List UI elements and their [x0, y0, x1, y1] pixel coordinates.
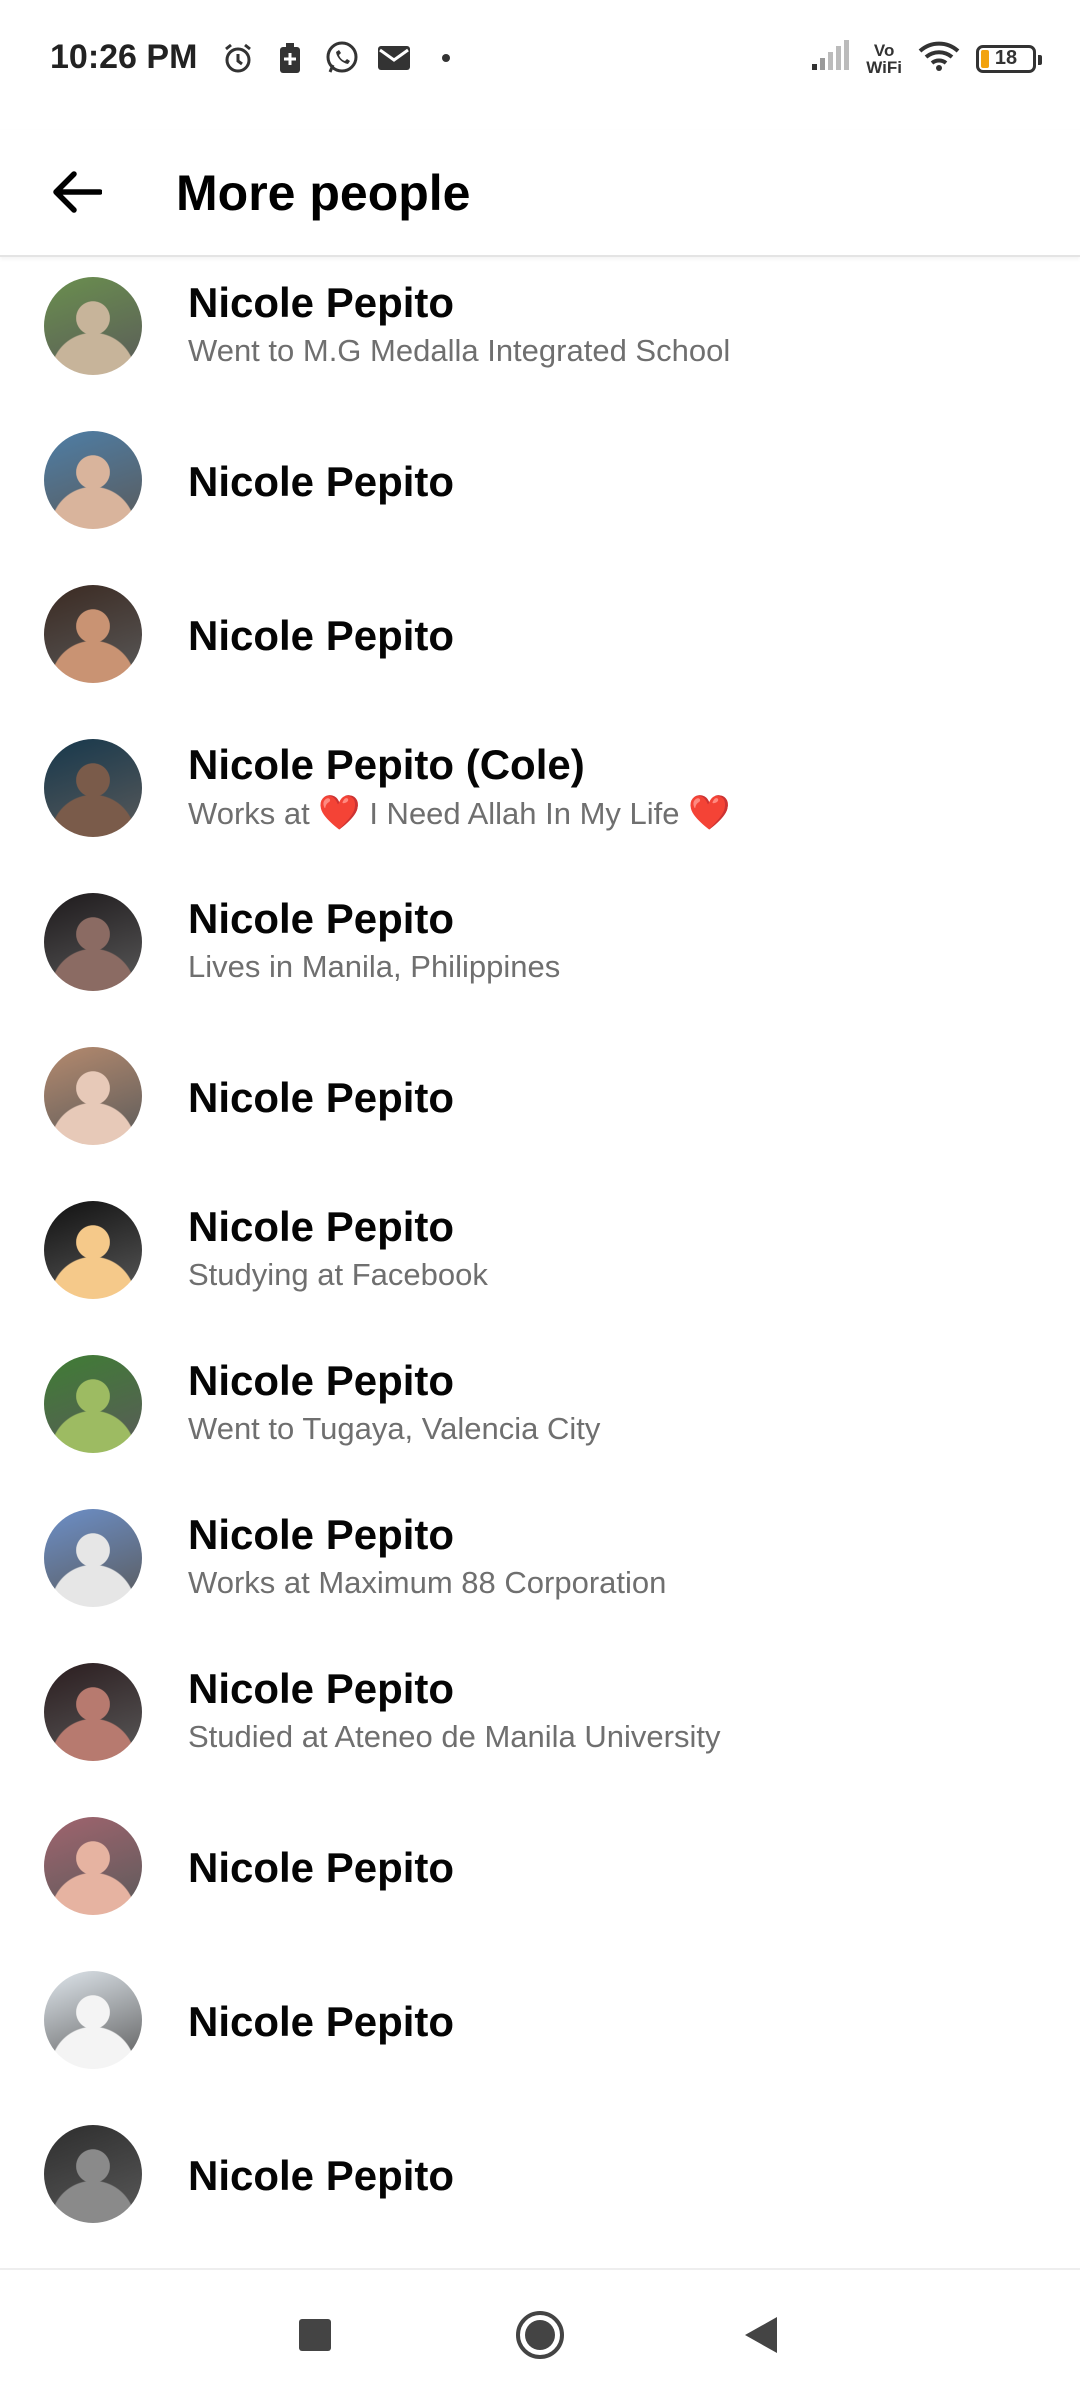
- person-name: Nicole Pepito (Cole): [188, 741, 585, 788]
- person-row[interactable]: Nicole Pepito Studied at Ateneo de Manila…: [0, 1643, 1080, 1797]
- person-text: Nicole Pepito: [188, 2150, 454, 2202]
- avatar: [44, 1201, 142, 1299]
- battery-level: 18: [994, 47, 1018, 69]
- home-button[interactable]: [510, 2305, 570, 2365]
- alarm-icon: [219, 39, 257, 77]
- status-right: Vo WiFi 18: [810, 40, 1042, 77]
- whatsapp-icon: [323, 39, 361, 77]
- avatar: [44, 1047, 142, 1145]
- person-name: Nicole Pepito: [188, 1844, 455, 1891]
- person-text: Nicole Pepito Studying at Facebook: [188, 1201, 488, 1295]
- back-button[interactable]: [44, 160, 108, 224]
- battery-indicator: 18: [976, 44, 1042, 73]
- person-name: Nicole Pepito: [188, 1998, 455, 2045]
- avatar: [44, 893, 142, 991]
- avatar: [44, 1971, 142, 2069]
- person-row[interactable]: Nicole Pepito Lives in Manila, Philippine…: [0, 873, 1080, 1027]
- person-name: Nicole Pepito: [188, 1511, 455, 1558]
- person-text: Nicole Pepito Studied at Ateneo de Manila…: [188, 1663, 720, 1757]
- battery-saver-icon: [271, 39, 309, 77]
- navigation-bar: [0, 2268, 1080, 2400]
- recents-square-icon: [299, 2319, 331, 2351]
- person-text: Nicole Pepito: [188, 1842, 454, 1894]
- person-subtitle: Lives in Manila, Philippines: [188, 949, 561, 984]
- person-name: Nicole Pepito: [188, 895, 455, 942]
- back-nav-button[interactable]: [730, 2305, 790, 2365]
- status-time: 10:26 PM: [50, 38, 198, 76]
- person-subtitle: Works at ❤️ I Need Allah In My Life ❤️: [188, 793, 730, 834]
- person-text: Nicole Pepito: [188, 456, 454, 508]
- dot-icon: [427, 39, 465, 77]
- person-name: Nicole Pepito: [188, 1074, 455, 1121]
- person-row[interactable]: Nicole Pepito: [0, 565, 1080, 719]
- person-row[interactable]: Nicole Pepito: [0, 411, 1080, 565]
- recents-button[interactable]: [285, 2305, 345, 2365]
- avatar: [44, 277, 142, 375]
- vowifi-label: Vo WiFi: [866, 40, 902, 77]
- person-row[interactable]: Nicole Pepito Went to Tugaya, Valencia Ci…: [0, 1335, 1080, 1489]
- signal-icon: [810, 40, 850, 77]
- person-subtitle: Works at Maximum 88 Corporation: [188, 1565, 667, 1600]
- people-list: Nicole Pepito Went to M.G Medalla Integra…: [0, 257, 1080, 2259]
- person-subtitle: Studied at Ateneo de Manila University: [188, 1719, 721, 1754]
- app-header: More people: [0, 130, 1080, 257]
- wifi-icon: [918, 40, 960, 77]
- person-row[interactable]: Nicole Pepito Went to M.G Medalla Integra…: [0, 257, 1080, 411]
- mail-icon: [375, 39, 413, 77]
- person-name: Nicole Pepito: [188, 612, 455, 659]
- status-left: 10:26 PM: [50, 38, 465, 77]
- subtitle-mid: I Need Allah In My Life: [369, 796, 680, 831]
- avatar: [44, 431, 142, 529]
- arrow-left-icon: [53, 171, 102, 213]
- person-row[interactable]: Nicole Pepito: [0, 1027, 1080, 1181]
- person-text: Nicole Pepito Went to M.G Medalla Integra…: [188, 277, 730, 371]
- back-triangle-icon: [745, 2317, 777, 2353]
- person-name: Nicole Pepito: [188, 279, 455, 326]
- person-row[interactable]: Nicole Pepito (Cole) Works at ❤️ I Need A…: [0, 719, 1080, 873]
- person-row[interactable]: Nicole Pepito Studying at Facebook: [0, 1181, 1080, 1335]
- person-subtitle: Studying at Facebook: [188, 1257, 488, 1292]
- person-text: Nicole Pepito Went to Tugaya, Valencia Ci…: [188, 1355, 600, 1449]
- avatar: [44, 739, 142, 837]
- person-row[interactable]: Nicole Pepito: [0, 1797, 1080, 1951]
- person-name: Nicole Pepito: [188, 2152, 455, 2199]
- person-row[interactable]: Nicole Pepito: [0, 2105, 1080, 2259]
- person-subtitle: Went to Tugaya, Valencia City: [188, 1411, 601, 1446]
- person-text: Nicole Pepito: [188, 610, 454, 662]
- person-name: Nicole Pepito: [188, 458, 455, 505]
- person-name: Nicole Pepito: [188, 1203, 455, 1250]
- avatar: [44, 585, 142, 683]
- person-text: Nicole Pepito (Cole) Works at ❤️ I Need A…: [188, 739, 730, 834]
- person-row[interactable]: Nicole Pepito: [0, 1951, 1080, 2105]
- heart-icon: ❤️: [688, 794, 731, 832]
- subtitle-prefix: Works at: [188, 796, 310, 831]
- avatar: [44, 1817, 142, 1915]
- person-subtitle: Went to M.G Medalla Integrated School: [188, 333, 731, 368]
- heart-icon: ❤️: [318, 794, 361, 832]
- person-text: Nicole Pepito: [188, 1996, 454, 2048]
- person-name: Nicole Pepito: [188, 1357, 455, 1404]
- status-bar: 10:26 PM Vo WiFi 18: [0, 0, 1080, 130]
- person-text: Nicole Pepito Works at Maximum 88 Corpora…: [188, 1509, 666, 1603]
- avatar: [44, 1663, 142, 1761]
- page-title: More people: [176, 165, 471, 221]
- person-row[interactable]: Nicole Pepito Works at Maximum 88 Corpora…: [0, 1489, 1080, 1643]
- avatar: [44, 1509, 142, 1607]
- avatar: [44, 1355, 142, 1453]
- home-circle-icon: [516, 2311, 564, 2359]
- person-name: Nicole Pepito: [188, 1665, 455, 1712]
- avatar: [44, 2125, 142, 2223]
- person-text: Nicole Pepito: [188, 1072, 454, 1124]
- person-text: Nicole Pepito Lives in Manila, Philippine…: [188, 893, 560, 987]
